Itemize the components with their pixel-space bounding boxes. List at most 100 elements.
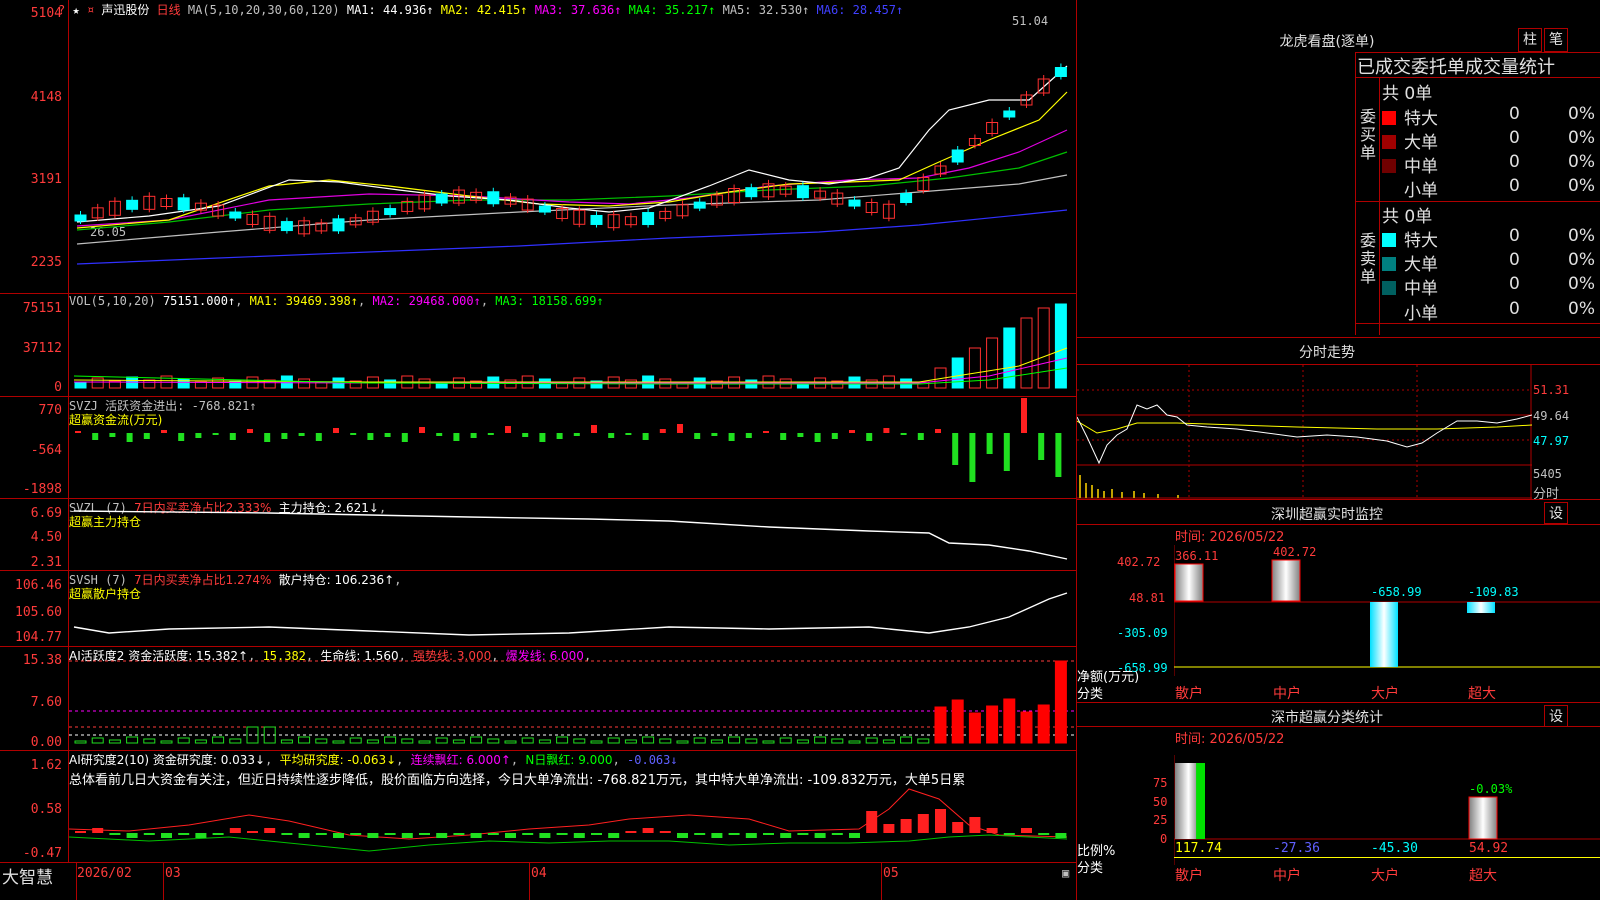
ai2-bar — [573, 833, 585, 838]
svsh-axis-1: 105.60 — [15, 605, 62, 620]
ai2-bar — [780, 833, 792, 838]
sell-count-2: 0 — [1509, 274, 1520, 294]
lock-icon[interactable]: ▣ — [1062, 866, 1069, 880]
svzl-chart[interactable] — [69, 499, 1075, 569]
ai1-bar — [796, 739, 809, 744]
ai2-bar — [229, 828, 241, 833]
sz-stats-value-0: 117.74 — [1175, 841, 1222, 856]
sz-stats-settings-button[interactable]: 设 — [1544, 705, 1568, 727]
svzl-axis-0: 6.69 — [30, 506, 62, 521]
ai2-chart[interactable] — [69, 785, 1075, 861]
ai1-bar — [642, 736, 655, 744]
ai2-bar — [522, 833, 534, 835]
xaxis-tick-1 — [163, 862, 164, 900]
svzj-bar — [539, 433, 546, 442]
svzj-bar — [212, 433, 219, 435]
ai1-bars — [74, 660, 1067, 744]
xaxis-tick-0 — [76, 862, 77, 900]
ai1-axis-2: 0.00 — [30, 735, 62, 750]
ai2-bar — [75, 831, 86, 833]
bar-mode-button[interactable]: 柱 — [1518, 28, 1542, 52]
svzj-bar — [195, 433, 202, 438]
svzl-axis-2: 2.31 — [30, 555, 62, 570]
sz-bar-xl — [1467, 602, 1495, 613]
volume-bar — [280, 375, 293, 389]
sell-row-name: 大单 — [1404, 255, 1438, 275]
ai2-bar — [487, 833, 499, 835]
buy-row-name: 中单 — [1404, 157, 1438, 177]
ai1-bar — [470, 736, 483, 744]
ai2-bar — [797, 833, 809, 835]
ai1-bar — [779, 737, 792, 744]
vol-ma1-line — [73, 347, 1068, 383]
tick-mode-button[interactable]: 笔 — [1544, 28, 1568, 52]
lhb-tabs[interactable]: 已成交委托单成交量统计 — [1357, 53, 1555, 79]
xaxis-label-0: 2026/02 — [77, 866, 132, 881]
sz-stats-cat-label: 分类 — [1077, 861, 1104, 876]
sell-row-1: 大单 — [1382, 250, 1438, 275]
buy-label-text: 委买单 — [1360, 107, 1377, 162]
sz-stats-time: 时间: 2026/05/22 — [1175, 732, 1285, 747]
ai1-chart[interactable] — [69, 647, 1075, 749]
svzj-bar — [487, 433, 494, 435]
svzj-bar — [298, 433, 305, 436]
ai1-bar — [693, 737, 706, 744]
ai2-nri: N日飘红: 9.000 — [525, 753, 613, 767]
sz-axis-2: -305.09 — [1117, 626, 1168, 640]
ma1-line — [76, 65, 1068, 223]
ai2-bar — [694, 833, 706, 835]
intraday-title: 分时走势 — [1299, 345, 1355, 361]
svzj-bar — [178, 433, 185, 441]
volume-bar — [74, 381, 87, 389]
ai2-bar — [333, 833, 344, 838]
ai2-bar — [453, 833, 465, 835]
ai2-avg-line — [69, 788, 1068, 840]
sz-monitor-title-divider — [1077, 524, 1600, 525]
sz-monitor-settings-button[interactable]: 设 — [1544, 502, 1568, 524]
svzj-bar — [1038, 433, 1045, 460]
sell-s-swatch — [1382, 306, 1396, 320]
volume-bar — [504, 379, 517, 389]
ai2-bar — [212, 833, 224, 835]
buy-pct-1: 0% — [1568, 128, 1595, 148]
lhb-divider-2 — [1355, 77, 1600, 78]
buy-label: 委买单 — [1360, 108, 1376, 162]
volume-bar — [384, 379, 397, 389]
volume-chart[interactable] — [69, 296, 1075, 394]
sz-stats-value-2: -45.30 — [1371, 841, 1418, 856]
svzj-bar — [814, 433, 821, 442]
xaxis-label-2: 04 — [531, 866, 547, 881]
xaxis-tick-3 — [881, 862, 882, 900]
intraday-chart[interactable] — [1077, 365, 1532, 499]
ai1-bar — [745, 738, 758, 744]
price-axis-3: 2235 — [30, 255, 62, 270]
svsh-chart[interactable] — [69, 571, 1075, 645]
ai1-bar — [1054, 660, 1067, 744]
buy-row-3: 小单 — [1382, 176, 1438, 201]
ma2-line — [76, 91, 1068, 229]
ai1-bar — [1037, 704, 1050, 744]
ai2-bar — [659, 831, 671, 833]
svzj-bar — [780, 433, 787, 440]
ai1-bar — [418, 740, 431, 744]
buy-xl-swatch — [1382, 111, 1396, 125]
sell-row-2: 中单 — [1382, 274, 1438, 299]
ai1-bar — [538, 739, 551, 744]
ai2-bar — [711, 833, 723, 838]
price-chart[interactable] — [69, 0, 1075, 292]
xaxis-tick-2 — [529, 862, 530, 900]
ai1-bar — [504, 740, 517, 744]
ai2-bar — [92, 828, 104, 833]
ma5-line — [76, 174, 1068, 245]
main-chart-area[interactable]: ? ★ ¤ 声迅股份 日线 MA(5,10,20,30,60,120) MA1:… — [0, 0, 1077, 900]
svzj-bar — [247, 429, 253, 433]
svzj-chart[interactable] — [69, 398, 1075, 497]
sz-stats-bar-retail — [1175, 763, 1205, 839]
ai1-bar — [177, 737, 190, 744]
ai1-bar — [401, 738, 414, 744]
price-axis-0: 5104 — [30, 6, 62, 21]
ai1-bar — [986, 705, 999, 744]
svzj-bar — [143, 433, 150, 439]
buy-row-2: 中单 — [1382, 152, 1438, 177]
sz-monitor-chart[interactable] — [1174, 545, 1600, 677]
